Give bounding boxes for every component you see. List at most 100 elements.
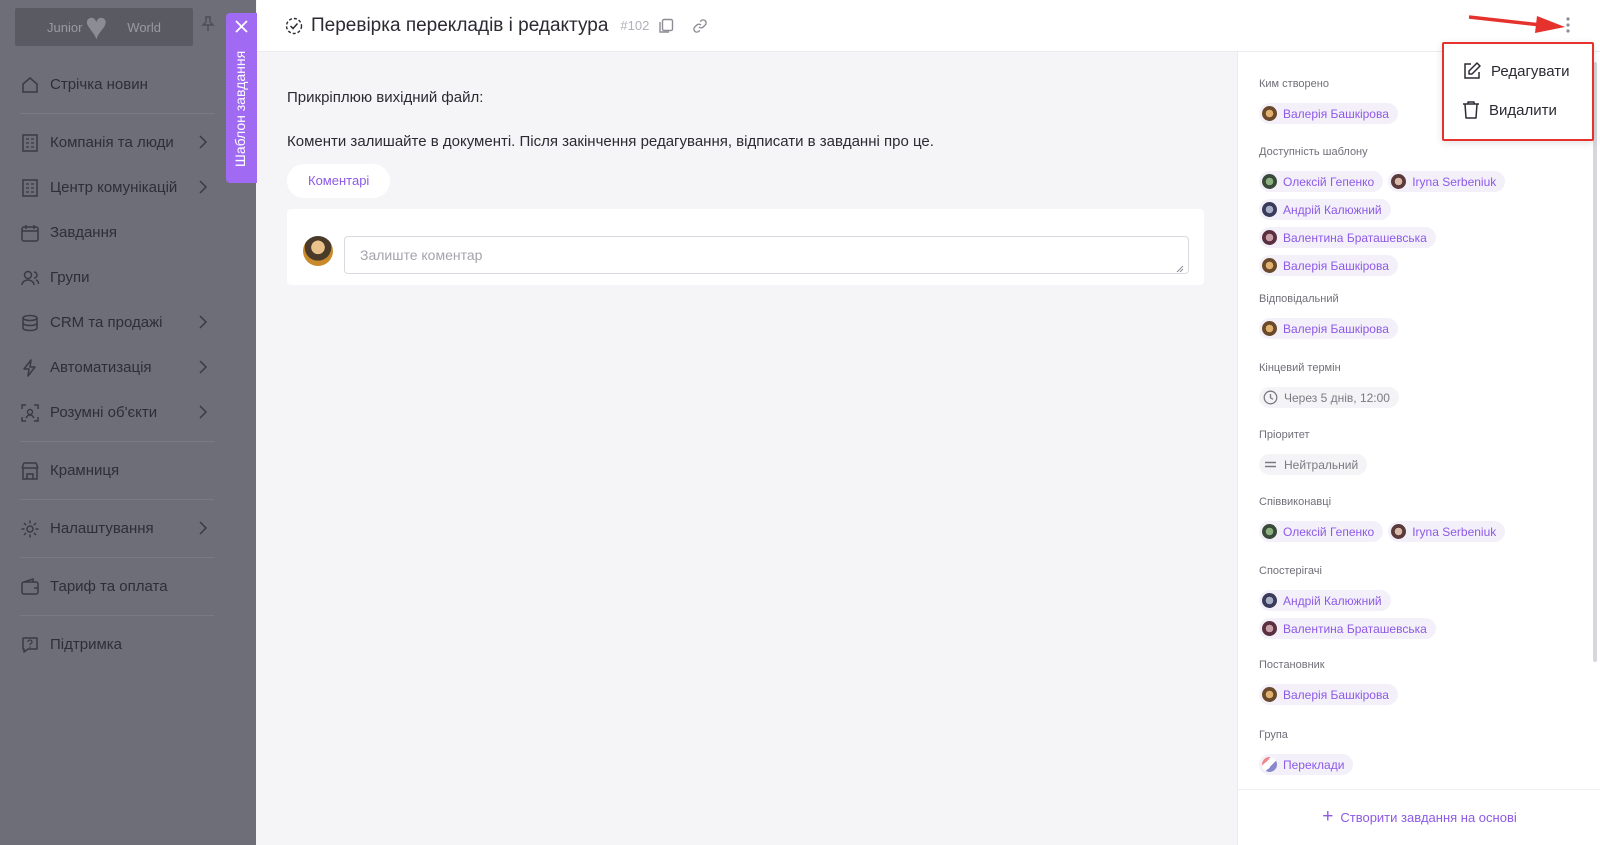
tab-comments[interactable]: Коментарі bbox=[287, 164, 391, 198]
user-name: Андрій Калюжний bbox=[1283, 593, 1382, 608]
company-logo[interactable]: Junior ♥ World bbox=[15, 8, 193, 46]
task-header: Перевірка перекладів і редактура #102 bbox=[257, 0, 1600, 52]
sidebar-item-settings[interactable]: Налаштування bbox=[0, 506, 236, 551]
section-label: Доступність шаблону bbox=[1259, 146, 1368, 158]
divider bbox=[20, 499, 214, 500]
task-details-panel: Ким створено Валерія Башкірова Доступніс… bbox=[1237, 52, 1600, 845]
section-label: Група bbox=[1259, 729, 1288, 741]
database-icon bbox=[22, 314, 38, 331]
section-label: Постановник bbox=[1259, 659, 1325, 671]
wallet-icon bbox=[21, 577, 39, 595]
deadline-value: Через 5 днів, 12:00 bbox=[1284, 390, 1390, 405]
logo-text-left: Junior bbox=[47, 19, 83, 35]
section-label: Відповідальний bbox=[1259, 293, 1339, 305]
menu-item-label: Редагувати bbox=[1491, 62, 1570, 80]
avatar bbox=[1262, 593, 1277, 608]
close-icon[interactable] bbox=[235, 20, 248, 33]
user-chip[interactable]: Валентина Браташевська bbox=[1259, 618, 1436, 639]
chevron-right-icon bbox=[199, 315, 208, 329]
user-chip[interactable]: Олексій Гепенко bbox=[1259, 171, 1384, 192]
scan-icon bbox=[21, 403, 39, 422]
sidebar-item-store[interactable]: Крамниця bbox=[0, 448, 236, 493]
help-icon bbox=[22, 636, 38, 653]
plus-icon: + bbox=[1322, 805, 1334, 827]
sidebar-item-support[interactable]: Підтримка bbox=[0, 622, 236, 667]
divider bbox=[20, 557, 214, 558]
copy-icon[interactable] bbox=[658, 18, 674, 34]
menu-item-delete[interactable]: Видалити bbox=[1462, 97, 1557, 123]
sidebar-item-billing[interactable]: Тариф та оплата bbox=[0, 564, 236, 609]
avatar bbox=[1391, 524, 1407, 539]
user-chip[interactable]: Валентина Браташевська bbox=[1259, 227, 1436, 248]
user-chip[interactable]: Iryna Serbeniuk bbox=[1388, 171, 1506, 192]
sidebar-item-label: Стрічка новин bbox=[50, 76, 148, 93]
avatar bbox=[1262, 106, 1277, 121]
deadline-section: Кінцевий термін Через 5 днів, 12:00 bbox=[1259, 362, 1559, 408]
group-avatar bbox=[1262, 757, 1277, 772]
logo-text-right: World bbox=[127, 19, 161, 35]
user-name: Валентина Браташевська bbox=[1283, 621, 1427, 636]
user-chip[interactable]: Валерія Башкірова bbox=[1259, 318, 1398, 339]
co-executors-section: Співвиконавці Олексій Гепенко Iryna Serb… bbox=[1259, 496, 1559, 542]
lightning-icon bbox=[23, 358, 36, 377]
avatar bbox=[1262, 230, 1277, 245]
more-options-icon[interactable] bbox=[1565, 16, 1571, 34]
chevron-right-icon bbox=[199, 360, 208, 374]
sidebar-item-label: Групи bbox=[50, 269, 90, 286]
section-label: Спостерігачі bbox=[1259, 565, 1322, 577]
sidebar-item-automation[interactable]: Автоматизація bbox=[0, 345, 236, 390]
sidebar-item-communications[interactable]: Центр комунікацій bbox=[0, 165, 236, 210]
priority-chip[interactable]: Нейтральний bbox=[1259, 454, 1368, 475]
sidebar-item-label: Підтримка bbox=[50, 636, 123, 653]
menu-item-label: Видалити bbox=[1489, 101, 1557, 119]
user-chip[interactable]: Валерія Башкірова bbox=[1259, 255, 1398, 276]
gear-icon bbox=[21, 520, 39, 537]
user-name: Олексій Гепенко bbox=[1283, 174, 1375, 189]
group-chip[interactable]: Переклади bbox=[1259, 754, 1354, 775]
task-template-label: Шаблон завдання bbox=[232, 50, 248, 168]
menu-item-edit[interactable]: Редагувати bbox=[1462, 58, 1570, 84]
user-chip[interactable]: Валерія Башкірова bbox=[1259, 684, 1398, 705]
building-icon bbox=[22, 133, 38, 152]
description-line: Прикріплюю вихідний файл: bbox=[287, 89, 484, 106]
deadline-chip[interactable]: Через 5 днів, 12:00 bbox=[1259, 387, 1399, 408]
task-number: #102 bbox=[620, 18, 650, 33]
user-name: Андрій Калюжний bbox=[1283, 202, 1382, 217]
user-chip[interactable]: Андрій Калюжний bbox=[1259, 199, 1391, 220]
avatar bbox=[303, 236, 333, 266]
avatar bbox=[1391, 174, 1407, 189]
sidebar-item-label: Завдання bbox=[50, 224, 117, 241]
sidebar-item-news[interactable]: Стрічка новин bbox=[0, 62, 236, 107]
calendar-icon bbox=[21, 224, 39, 242]
comment-input[interactable] bbox=[344, 236, 1189, 274]
resize-grip-icon[interactable] bbox=[1176, 265, 1184, 273]
link-icon[interactable] bbox=[692, 18, 708, 34]
user-chip[interactable]: Андрій Калюжний bbox=[1259, 590, 1391, 611]
create-task-based-label: Створити завдання на основі bbox=[1340, 810, 1517, 825]
user-chip[interactable]: Валерія Башкірова bbox=[1259, 103, 1398, 124]
avatar bbox=[1262, 202, 1277, 217]
pin-icon[interactable] bbox=[201, 16, 215, 32]
sidebar-item-label: Центр комунікацій bbox=[50, 179, 178, 196]
sidebar-item-company[interactable]: Компанія та люди bbox=[0, 120, 236, 165]
chevron-right-icon bbox=[199, 135, 208, 149]
director-section: Постановник Валерія Башкірова bbox=[1259, 659, 1559, 705]
sidebar-nav: Стрічка новин Компанія та люди Центр ком… bbox=[0, 62, 236, 667]
sidebar-item-tasks[interactable]: Завдання bbox=[0, 210, 236, 255]
avatar bbox=[1262, 258, 1277, 273]
user-chip[interactable]: Олексій Гепенко bbox=[1259, 521, 1384, 542]
description-line: Коменти залишайте в документі. Після зак… bbox=[287, 133, 934, 150]
observers-section: Спостерігачі Андрій Калюжний Валентина Б… bbox=[1259, 565, 1559, 639]
user-chip[interactable]: Iryna Serbeniuk bbox=[1388, 521, 1506, 542]
scrollbar[interactable] bbox=[1593, 62, 1597, 662]
sidebar-item-groups[interactable]: Групи bbox=[0, 255, 236, 300]
sidebar-item-crm[interactable]: CRM та продажі bbox=[0, 300, 236, 345]
task-content: Прикріплюю вихідний файл: Коменти залиша… bbox=[257, 52, 1237, 845]
avatar bbox=[1262, 687, 1277, 702]
create-task-based-button[interactable]: + Створити завдання на основі bbox=[1238, 789, 1600, 845]
sidebar-item-label: Налаштування bbox=[50, 520, 154, 537]
sidebar-item-smart-objects[interactable]: Розумні об'єкти bbox=[0, 390, 236, 435]
chevron-right-icon bbox=[199, 180, 208, 194]
options-menu: Редагувати Видалити bbox=[1442, 42, 1594, 141]
user-name: Олексій Гепенко bbox=[1283, 524, 1375, 539]
